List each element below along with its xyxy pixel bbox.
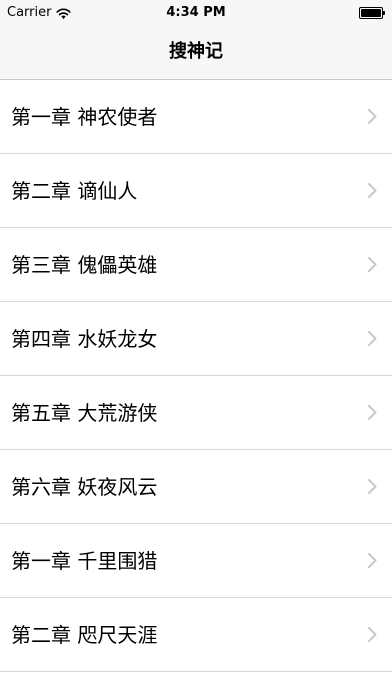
chevron-right-icon [368,627,377,642]
battery-icon [359,7,385,19]
chevron-right-icon [368,405,377,420]
page-title: 搜神记 [169,41,223,62]
chapter-list: 第一章 神农使者 第二章 谪仙人 第三章 傀儡英雄 第四章 水妖龙女 第五章 大… [0,80,392,696]
chapter-row[interactable]: 第二章 谪仙人 [0,154,392,228]
battery-fill [361,9,381,17]
status-time: 4:34 PM [166,5,226,20]
chapter-row[interactable]: 第一章 神农使者 [0,80,392,154]
chapter-row[interactable]: 第六章 妖夜风云 [0,450,392,524]
chapter-row[interactable]: 第二章 咫尺天涯 [0,598,392,672]
chapter-title: 第三章 傀儡英雄 [11,253,158,277]
status-bar: Carrier 4:34 PM [0,0,392,26]
chapter-row[interactable]: 第四章 水妖龙女 [0,302,392,376]
chapter-row[interactable]: 第一章 千里围猎 [0,524,392,598]
chevron-right-icon [368,553,377,568]
chevron-right-icon [368,331,377,346]
chapter-title: 第二章 谪仙人 [11,179,138,203]
chapter-title: 第四章 水妖龙女 [11,327,158,351]
chevron-right-icon [368,109,377,124]
navigation-bar: 搜神记 [0,26,392,80]
chapter-title: 第五章 大荒游侠 [11,401,158,425]
chevron-right-icon [368,183,377,198]
battery-cap [383,11,385,15]
chevron-right-icon [368,479,377,494]
chapter-row[interactable]: 第三章 傀儡英雄 [0,228,392,302]
chapter-title: 第一章 千里围猎 [11,549,158,573]
chapter-title: 第六章 妖夜风云 [11,475,158,499]
chevron-right-icon [368,257,377,272]
chapter-row[interactable]: 第五章 大荒游侠 [0,376,392,450]
chapter-title: 第二章 咫尺天涯 [11,623,158,647]
chapter-title: 第一章 神农使者 [11,105,158,129]
